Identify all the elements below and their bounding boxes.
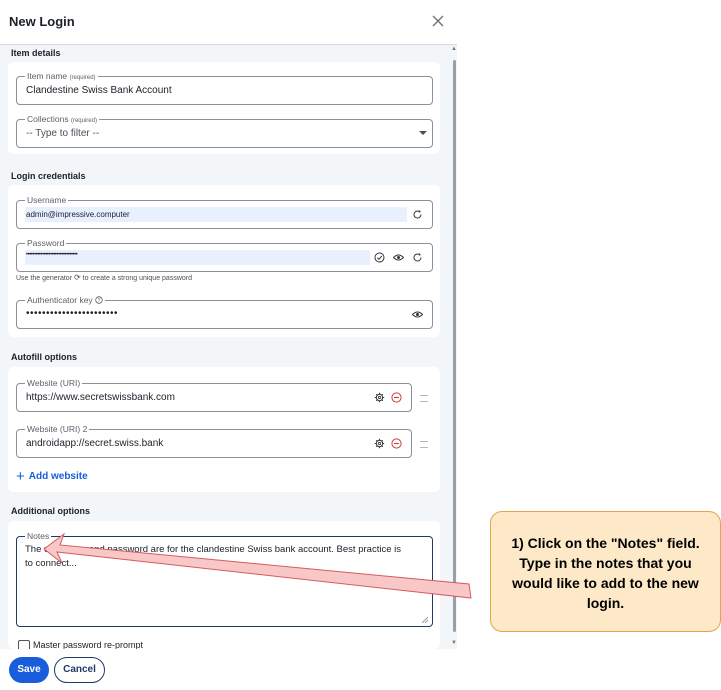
section-login-credentials: Login credentials — [11, 171, 86, 181]
eye-icon[interactable] — [393, 252, 404, 263]
cancel-button[interactable]: Cancel — [54, 657, 105, 683]
dialog-footer: Save Cancel — [0, 649, 457, 690]
resize-icon[interactable] — [422, 617, 428, 623]
item-details-card: Item name (required) Clandestine Swiss B… — [8, 62, 440, 154]
refresh-icon[interactable] — [412, 209, 423, 220]
section-autofill-options: Autofill options — [11, 352, 77, 362]
add-website-button[interactable]: + Add website — [16, 466, 88, 485]
website-uri-label-2: Website (URI) 2 — [25, 424, 90, 434]
gear-icon[interactable] — [374, 438, 385, 449]
website-uri-field-1[interactable]: Website (URI) https://www.secretswissban… — [16, 378, 412, 412]
drag-handle-icon[interactable] — [420, 395, 428, 402]
gear-icon[interactable] — [374, 392, 385, 403]
item-name-field[interactable]: Item name (required) Clandestine Swiss B… — [16, 71, 433, 105]
check-circle-icon[interactable] — [374, 252, 385, 263]
item-name-label: Item name (required) — [25, 71, 98, 83]
authenticator-key-label: Authenticator key ? — [25, 295, 106, 305]
add-website-label: Add website — [28, 471, 88, 482]
remove-icon[interactable] — [391, 438, 402, 449]
password-field[interactable]: Password •••••••••••••••••••••••••••••••… — [16, 238, 433, 272]
dialog-title: New Login — [9, 14, 75, 29]
notes-value: The username and password are for the cl… — [25, 544, 401, 569]
username-value: admin@impressive.computer — [26, 210, 130, 219]
password-value: •••••••••••••••••••••••••••••••• — [26, 252, 78, 258]
section-additional-options: Additional options — [11, 506, 90, 516]
instruction-callout: 1) Click on the "Notes" field. Type in t… — [490, 511, 721, 632]
close-icon[interactable] — [429, 12, 447, 30]
help-icon[interactable]: ? — [95, 296, 103, 304]
notes-label: Notes — [25, 531, 52, 541]
website-uri-value-1: https://www.secretswissbank.com — [26, 392, 175, 403]
website-uri-value-2: androidapp://secret.swiss.bank — [26, 438, 164, 449]
instruction-callout-text: 1) Click on the "Notes" field. Type in t… — [511, 535, 700, 611]
scroll-up-icon[interactable]: ▲ — [451, 46, 457, 52]
scrollbar-thumb[interactable] — [453, 60, 456, 632]
dialog-header: New Login — [0, 0, 457, 45]
collections-select[interactable]: Collections (required) -- Type to filter… — [16, 114, 433, 148]
collections-value: -- Type to filter -- — [26, 128, 100, 139]
login-credentials-card: Username admin@impressive.computer Passw… — [8, 185, 440, 337]
svg-text:?: ? — [98, 298, 101, 304]
refresh-icon[interactable] — [412, 252, 423, 263]
website-uri-field-2[interactable]: Website (URI) 2 androidapp://secret.swis… — [16, 424, 412, 458]
generator-icon: ⟳ — [74, 273, 81, 282]
item-name-value: Clandestine Swiss Bank Account — [26, 85, 172, 96]
username-label: Username — [25, 195, 69, 205]
save-button[interactable]: Save — [9, 657, 49, 683]
eye-icon[interactable] — [412, 309, 423, 320]
authenticator-key-value: ••••••••••••••••••••••• — [26, 308, 119, 319]
remove-icon[interactable] — [391, 392, 402, 403]
scroll-down-icon[interactable]: ▼ — [451, 640, 457, 646]
website-uri-label-1: Website (URI) — [25, 378, 83, 388]
plus-icon: + — [16, 468, 25, 485]
notes-field[interactable]: Notes The username and password are for … — [16, 531, 433, 627]
authenticator-key-field[interactable]: Authenticator key ? ••••••••••••••••••••… — [16, 295, 433, 329]
drag-handle-icon[interactable] — [420, 441, 428, 448]
collections-label: Collections (required) — [25, 114, 99, 126]
new-login-dialog: New Login Item details Item name (requir… — [0, 0, 457, 690]
password-generator-hint: Use the generator ⟳ to create a strong u… — [16, 273, 193, 282]
section-item-details: Item details — [11, 48, 61, 58]
username-field[interactable]: Username admin@impressive.computer — [16, 195, 433, 229]
password-label: Password — [25, 238, 67, 248]
chevron-down-icon — [419, 131, 427, 135]
